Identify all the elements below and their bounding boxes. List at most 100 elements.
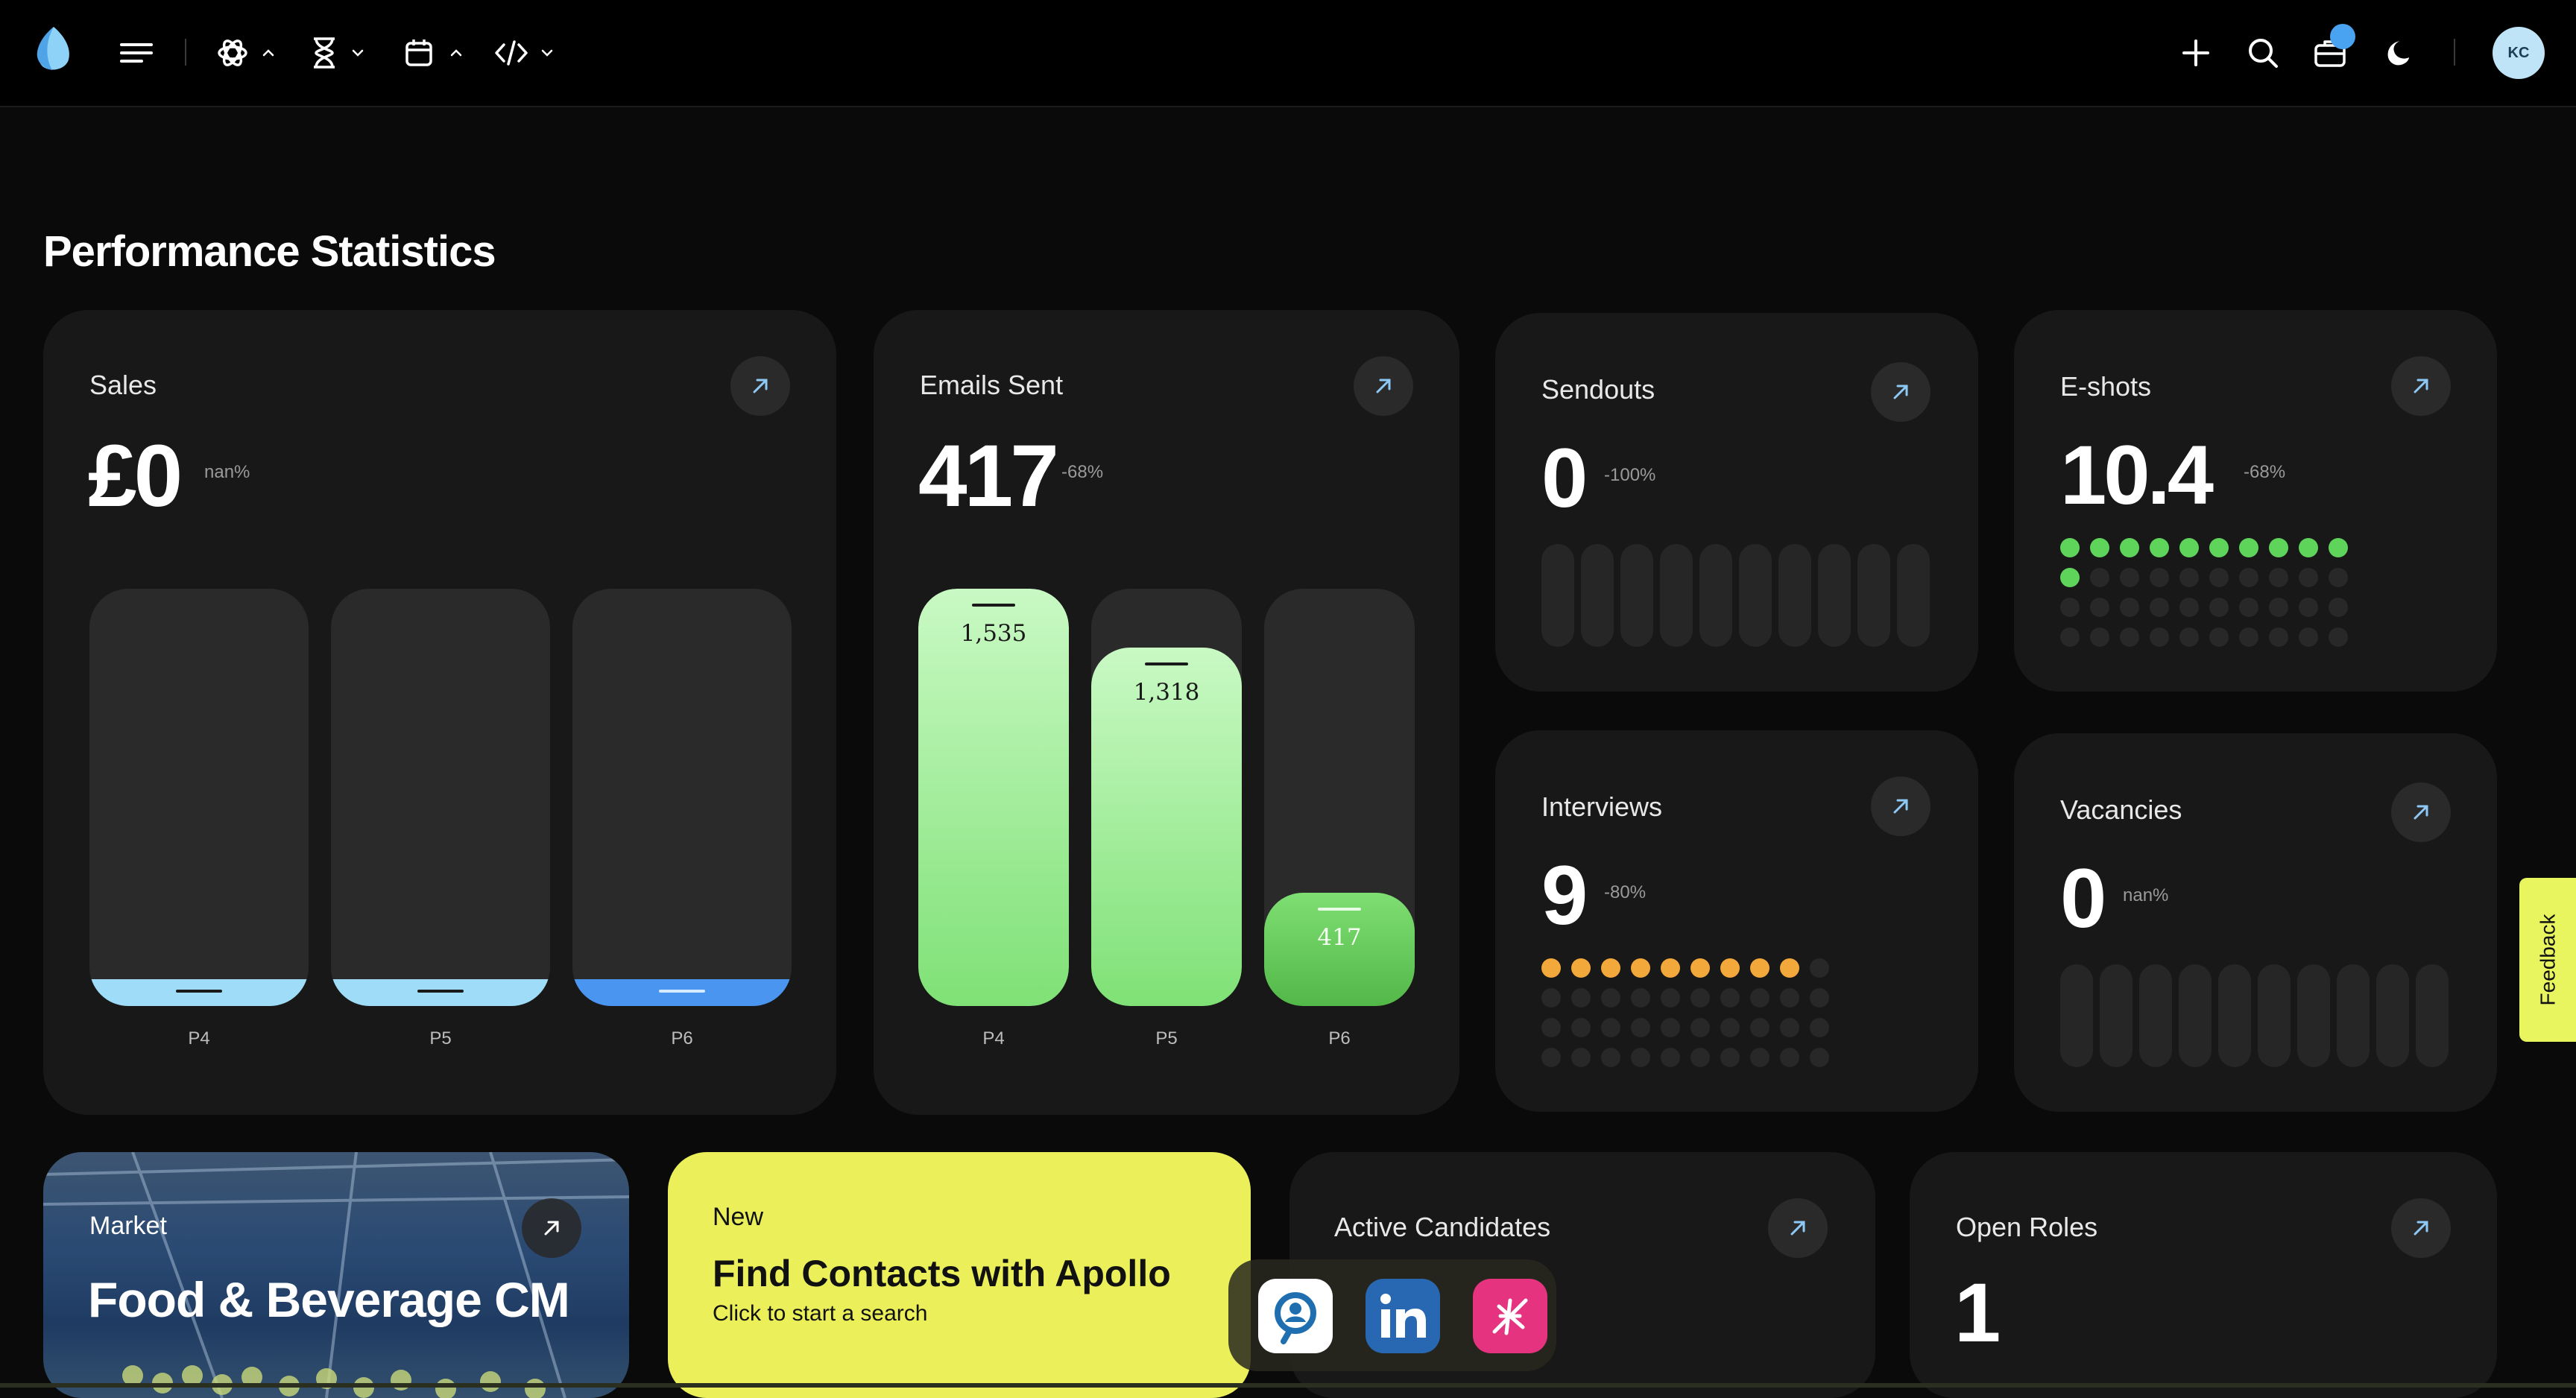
progress-dot <box>2269 627 2288 647</box>
progress-dot <box>1631 1018 1650 1037</box>
open-sales-button[interactable] <box>730 356 790 416</box>
plus-icon[interactable] <box>2181 33 2211 73</box>
sales-delta: nan% <box>204 462 250 482</box>
progress-dot <box>2209 598 2229 617</box>
progress-dot <box>2090 627 2109 647</box>
ai-model-selector[interactable] <box>216 33 274 73</box>
progress-dot <box>1810 958 1829 978</box>
progress-dot <box>1661 1048 1680 1067</box>
open-emails-button[interactable] <box>1354 356 1413 416</box>
feedback-label: Feedback <box>2536 914 2559 1006</box>
top-bar: KC <box>0 0 2576 107</box>
sales-card: Sales £0 nan% P4 P5 P6 <box>43 310 836 1115</box>
calendar-selector[interactable] <box>404 33 462 73</box>
arrow-up-right-icon <box>2414 1221 2428 1236</box>
card-title: Sales <box>89 370 157 400</box>
progress-dot <box>2239 627 2258 647</box>
apollo-subtitle: Click to start a search <box>713 1301 928 1326</box>
progress-dot <box>1661 988 1680 1008</box>
menu-icon[interactable] <box>119 33 154 73</box>
progress-pill <box>1778 544 1811 647</box>
spark-icon[interactable] <box>1473 1279 1547 1353</box>
open-sendouts-button[interactable] <box>1871 362 1931 422</box>
arrow-up-right-icon <box>544 1221 559 1236</box>
open-roles-button[interactable] <box>2391 1198 2451 1258</box>
progress-pill <box>1739 544 1772 647</box>
progress-dot <box>2179 538 2199 557</box>
arrow-up-right-icon <box>2414 805 2428 820</box>
progress-dot <box>1601 988 1620 1008</box>
logo-icon[interactable] <box>31 27 76 70</box>
search-icon[interactable] <box>2247 33 2279 73</box>
progress-dot <box>2209 538 2229 557</box>
apollo-card[interactable]: New Find Contacts with Apollo Click to s… <box>668 1152 1251 1398</box>
app-dock <box>1228 1259 1556 1371</box>
bar: 1,318 <box>1091 648 1242 1006</box>
linkedin-icon[interactable] <box>1366 1279 1440 1353</box>
progress-dot <box>2239 538 2258 557</box>
progress-pill <box>2139 964 2172 1067</box>
progress-pill <box>1541 544 1574 647</box>
progress-pill <box>2060 964 2093 1067</box>
open-vacancies-button[interactable] <box>2391 782 2451 842</box>
open-interviews-button[interactable] <box>1871 777 1931 836</box>
progress-dot <box>1720 958 1740 978</box>
bar-value-label: 1,318 <box>1133 679 1200 706</box>
progress-dot <box>1780 1048 1799 1067</box>
progress-pill <box>1818 544 1851 647</box>
open-eshots-button[interactable] <box>2391 356 2451 416</box>
progress-dot <box>2299 568 2318 587</box>
progress-dot <box>2150 598 2169 617</box>
interviews-card: Interviews 9 -80% <box>1495 730 1978 1112</box>
progress-pill <box>2337 964 2370 1067</box>
vacancies-value: 0 <box>2060 852 2106 945</box>
progress-dot <box>1690 958 1710 978</box>
progress-dot <box>1601 1018 1620 1037</box>
code-selector[interactable] <box>495 33 553 73</box>
progress-dot <box>1541 1048 1561 1067</box>
progress-pill <box>2100 964 2133 1067</box>
progress-dot <box>2120 538 2139 557</box>
interviews-delta: -80% <box>1604 882 1647 902</box>
progress-dot <box>1571 1048 1591 1067</box>
timer-selector[interactable] <box>310 33 364 73</box>
bar-category-label: P6 <box>671 1028 693 1048</box>
sendouts-delta: -100% <box>1604 465 1656 485</box>
apollo-tag: New <box>713 1203 764 1231</box>
progress-dot <box>1810 1018 1829 1037</box>
progress-pill <box>2179 964 2212 1067</box>
eshots-value: 10.4 <box>2060 428 2214 522</box>
feedback-tab[interactable]: Feedback <box>2519 878 2576 1042</box>
bar <box>572 979 792 1006</box>
card-title: Active Candidates <box>1334 1212 1551 1242</box>
calendar-icon <box>404 38 434 68</box>
arrow-up-right-icon <box>753 379 768 393</box>
progress-pill <box>1897 544 1930 647</box>
bar-cap <box>1145 662 1188 666</box>
arrow-up-right-icon <box>1790 1221 1805 1236</box>
code-icon <box>495 40 528 66</box>
emails-card: Emails Sent 417 -68% 1,535 P4 1,318 P5 417 P6 <box>874 310 1459 1115</box>
progress-dot <box>2179 598 2199 617</box>
chevron-down-icon <box>352 49 364 57</box>
market-title: Food & Beverage CM <box>88 1272 570 1327</box>
divider <box>185 39 186 66</box>
progress-dot <box>1720 1048 1740 1067</box>
bar <box>89 979 309 1006</box>
card-title: Sendouts <box>1541 374 1655 405</box>
search-person-icon[interactable] <box>1258 1279 1333 1353</box>
open-active-candidates-button[interactable] <box>1768 1198 1828 1258</box>
moon-icon[interactable] <box>2381 33 2411 73</box>
progress-dot <box>1690 1048 1710 1067</box>
apollo-title: Find Contacts with Apollo <box>713 1253 1171 1294</box>
progress-dot <box>1750 1048 1770 1067</box>
avatar[interactable]: KC <box>2493 27 2545 79</box>
ai-model-icon <box>216 37 249 69</box>
progress-dot <box>2179 568 2199 587</box>
market-card[interactable]: Market Food & Beverage CM <box>43 1152 629 1398</box>
emails-value: 417 <box>918 427 1059 525</box>
emails-delta: -68% <box>1061 462 1104 482</box>
bar-category-label: P5 <box>429 1028 452 1048</box>
open-market-button[interactable] <box>522 1198 581 1258</box>
progress-dot <box>2120 598 2139 617</box>
